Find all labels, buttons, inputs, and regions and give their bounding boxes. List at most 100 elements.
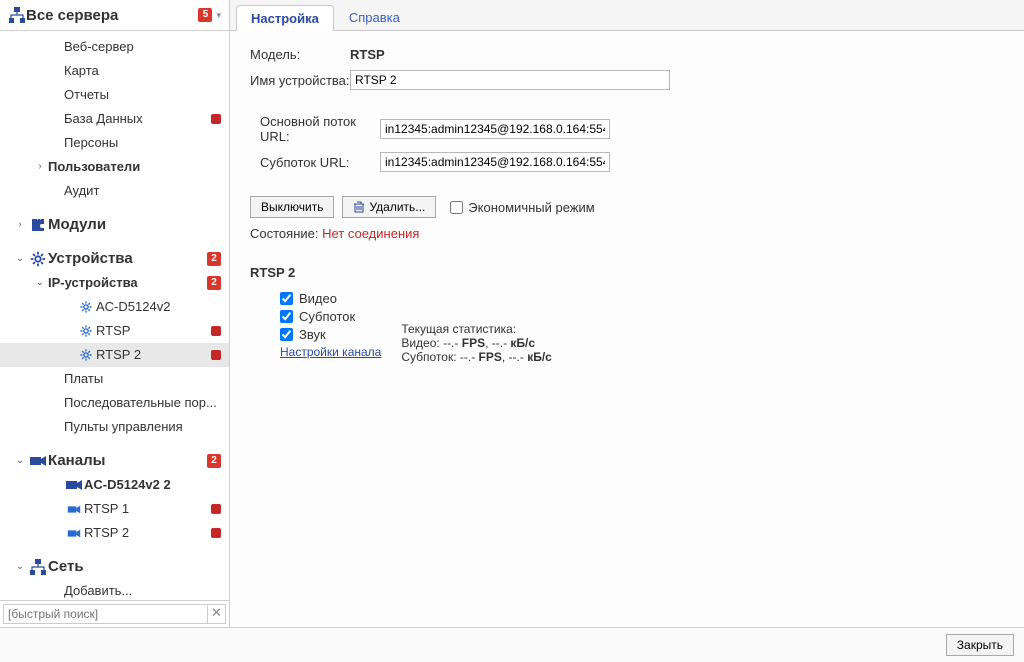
audio-checkbox[interactable]: Звук	[280, 327, 381, 342]
gear-sm-icon	[76, 324, 96, 338]
search-box: ✕	[0, 600, 229, 627]
status-dot	[211, 350, 221, 360]
sidebar-item-label: Пользователи	[48, 157, 221, 177]
model-label: Модель:	[250, 47, 350, 62]
trash-icon	[353, 201, 365, 213]
sidebar-item-label: RTSP 1	[84, 499, 211, 519]
settings-panel: Модель: RTSP Имя устройства: Основной по…	[230, 31, 1024, 627]
sidebar-item-label: Модули	[48, 215, 221, 235]
network-icon	[8, 6, 26, 24]
status-dot	[211, 114, 221, 124]
count-badge: 2	[207, 252, 221, 266]
sidebar-item-label: AC-D5124v2	[96, 297, 221, 317]
channel-title: RTSP 2	[250, 265, 1004, 280]
gear-sm-icon	[76, 348, 96, 362]
model-value: RTSP	[350, 47, 385, 62]
device-name-input[interactable]	[350, 70, 670, 90]
close-button[interactable]: Закрыть	[946, 634, 1014, 656]
stats-title: Текущая статистика:	[401, 322, 552, 336]
sidebar-item[interactable]: Веб-сервер	[0, 35, 229, 59]
sub-url-label: Субпоток URL:	[260, 155, 380, 170]
chevron-icon[interactable]: ⌄	[14, 557, 26, 577]
sidebar-item[interactable]: RTSP 2	[0, 521, 229, 545]
disable-button[interactable]: Выключить	[250, 196, 334, 218]
sidebar-tree: Веб-серверКартаОтчетыБаза ДанныхПерсоны›…	[0, 31, 229, 600]
tabs: Настройка Справка	[230, 0, 1024, 31]
sidebar-title: Все сервера	[26, 7, 198, 24]
gear-icon	[28, 250, 48, 268]
sidebar-item-label: AC-D5124v2 2	[84, 475, 221, 495]
sidebar-item[interactable]: RTSP 1	[0, 497, 229, 521]
sidebar-item[interactable]: ⌄ Устройства2	[0, 247, 229, 271]
camera-sm-icon	[64, 528, 84, 539]
substream-checkbox[interactable]: Субпоток	[280, 309, 381, 324]
sidebar-item[interactable]: ⌄Каналы2	[0, 449, 229, 473]
search-input[interactable]	[3, 604, 208, 624]
sidebar-item[interactable]: Платы	[0, 367, 229, 391]
sidebar-item[interactable]: Карта	[0, 59, 229, 83]
video-checkbox[interactable]: Видео	[280, 291, 381, 306]
sub-url-input[interactable]	[380, 152, 610, 172]
status-dot	[211, 504, 221, 514]
tab-help[interactable]: Справка	[334, 4, 415, 30]
camera-icon	[28, 454, 48, 468]
chevron-icon[interactable]: ⌄	[34, 273, 46, 293]
chevron-icon[interactable]: ›	[34, 157, 46, 177]
sidebar-badge: 5	[198, 8, 212, 22]
chevron-icon[interactable]: ⌄	[14, 451, 26, 471]
sidebar-item-label: RTSP 2	[84, 523, 211, 543]
sidebar-item[interactable]: › Модули	[0, 213, 229, 237]
status-value: Нет соединения	[322, 226, 419, 241]
sidebar-item[interactable]: AC-D5124v2 2	[0, 473, 229, 497]
sidebar-item[interactable]: RTSP 2	[0, 343, 229, 367]
device-name-label: Имя устройства:	[250, 73, 350, 88]
delete-button[interactable]: Удалить...	[342, 196, 436, 218]
chevron-icon[interactable]: ›	[14, 215, 26, 235]
chevron-icon[interactable]: ⌄	[14, 249, 26, 269]
count-badge: 2	[207, 454, 221, 468]
sidebar-item-label: Сеть	[48, 557, 221, 577]
sidebar-item-label: RTSP 2	[96, 345, 211, 365]
sidebar-item-label: Устройства	[48, 249, 207, 269]
sidebar-item-label: Персоны	[64, 133, 221, 153]
sidebar-item-label: IP-устройства	[48, 273, 207, 293]
sidebar-item[interactable]: Пульты управления	[0, 415, 229, 439]
sidebar-item-label: Добавить...	[64, 581, 221, 600]
count-badge: 2	[207, 276, 221, 290]
sidebar-item-label: База Данных	[64, 109, 211, 129]
sidebar-item-label: Карта	[64, 61, 221, 81]
stats-video: Видео: --.- FPS, --.- кБ/с	[401, 336, 552, 350]
gear-sm-icon	[76, 300, 96, 314]
channel-settings-link[interactable]: Настройки канала	[280, 345, 381, 359]
sidebar-item-label: Отчеты	[64, 85, 221, 105]
stats-sub: Субпоток: --.- FPS, --.- кБ/с	[401, 350, 552, 364]
sidebar-item[interactable]: RTSP	[0, 319, 229, 343]
sidebar-item[interactable]: AC-D5124v2	[0, 295, 229, 319]
sidebar-item[interactable]: Добавить...	[0, 579, 229, 600]
sidebar-item[interactable]: Аудит	[0, 179, 229, 203]
sidebar-item[interactable]: Последовательные пор...	[0, 391, 229, 415]
sidebar-item[interactable]: База Данных	[0, 107, 229, 131]
sidebar-item-label: RTSP	[96, 321, 211, 341]
main-url-input[interactable]	[380, 119, 610, 139]
content: Настройка Справка Модель: RTSP Имя устро…	[230, 0, 1024, 627]
main-url-label: Основной поток URL:	[260, 114, 380, 144]
footer: Закрыть	[0, 627, 1024, 662]
sidebar-item[interactable]: Персоны	[0, 131, 229, 155]
sidebar-item-label: Веб-сервер	[64, 37, 221, 57]
tab-settings[interactable]: Настройка	[236, 5, 334, 31]
sidebar-header: Все сервера 5 ▾	[0, 0, 229, 31]
sidebar-item[interactable]: ⌄ Сеть	[0, 555, 229, 579]
eco-mode-checkbox[interactable]: Экономичный режим	[450, 200, 594, 215]
chevron-down-icon[interactable]: ▾	[216, 10, 221, 21]
sidebar-item-label: Последовательные пор...	[64, 393, 221, 413]
sidebar-item[interactable]: ›Пользователи	[0, 155, 229, 179]
sidebar-item[interactable]: Отчеты	[0, 83, 229, 107]
sidebar-item[interactable]: ⌄IP-устройства2	[0, 271, 229, 295]
sidebar-item-label: Пульты управления	[64, 417, 221, 437]
status-dot	[211, 326, 221, 336]
search-clear-icon[interactable]: ✕	[208, 604, 226, 624]
network-icon	[28, 558, 48, 576]
status-dot	[211, 528, 221, 538]
sidebar: Все сервера 5 ▾ Веб-сервер Карта Отчеты Баз…	[0, 0, 230, 627]
